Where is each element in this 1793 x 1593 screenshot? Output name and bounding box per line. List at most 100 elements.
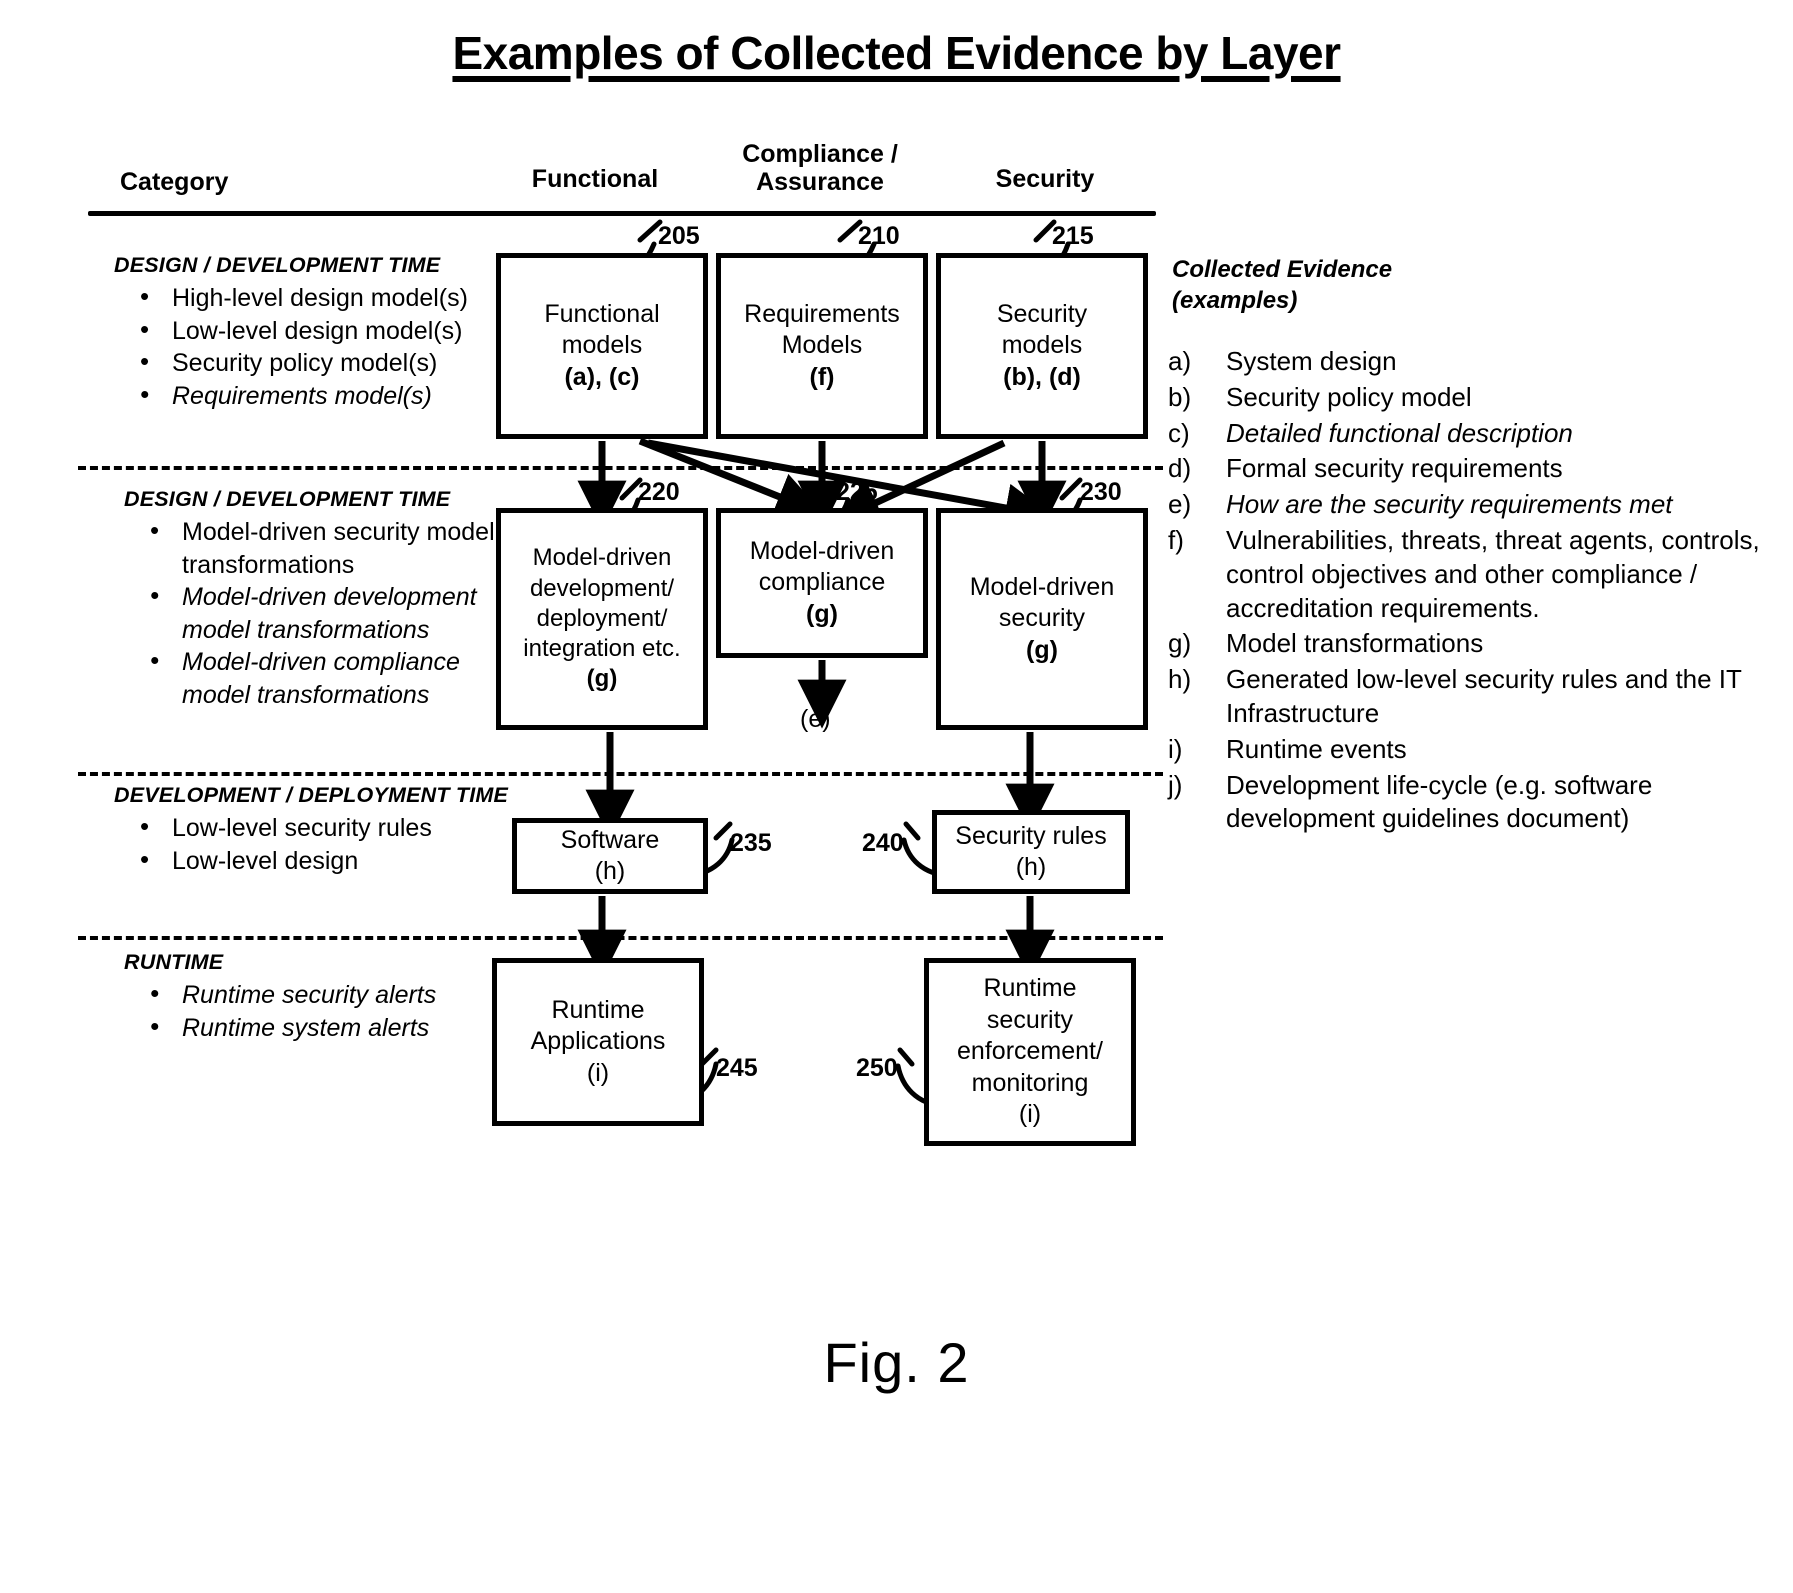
list-item: Model-driven development model transform…	[150, 579, 524, 646]
legend-item-f: f) Vulnerabilities, threats, threat agen…	[1168, 524, 1788, 625]
legend-item-i: i) Runtime events	[1168, 733, 1788, 767]
box-line: Model-driven	[532, 544, 672, 572]
legend-key: a)	[1168, 346, 1192, 376]
band-separator-1	[78, 466, 1163, 470]
legend-item-g: g) Model transformations	[1168, 627, 1788, 661]
arrow-215-to-225-diagonal	[831, 439, 1006, 525]
box-model-driven-compliance[interactable]: Model-driven compliance (g)	[716, 508, 928, 658]
legend-text: Vulnerabilities, threats, threat agents,…	[1226, 524, 1760, 623]
category-item-list: High-level design model(s) Low-level des…	[114, 280, 514, 413]
band-separator-2	[78, 772, 1163, 776]
box-evidence-refs: (g)	[586, 665, 618, 693]
figure-caption: Fig. 2	[823, 1331, 970, 1394]
leader-tick-210	[837, 219, 863, 243]
box-line: Security	[996, 299, 1088, 328]
column-header-functional: Functional	[531, 165, 659, 193]
legend-key: b)	[1168, 381, 1192, 412]
box-model-driven-development[interactable]: Model-driven development/ deployment/ in…	[496, 508, 708, 730]
category-title: DESIGN / DEVELOPMENT TIME	[124, 487, 451, 511]
box-security-models[interactable]: Security models (b), (d)	[936, 253, 1148, 439]
leader-tick-205	[637, 219, 663, 243]
box-model-driven-security[interactable]: Model-driven security (g)	[936, 508, 1148, 730]
list-item: Runtime security alerts	[150, 977, 524, 1012]
category-block-runtime: RUNTIME Runtime security alerts Runtime …	[124, 950, 524, 1044]
category-block-design-development-2: DESIGN / DEVELOPMENT TIME Model-driven s…	[124, 487, 524, 711]
list-item: Security policy model(s)	[140, 345, 514, 380]
box-line: development/	[529, 574, 675, 602]
legend-item-c: c) Detailed functional description	[1168, 417, 1788, 451]
legend-key: c)	[1168, 417, 1190, 448]
box-line: models	[561, 331, 643, 360]
list-item: Runtime system alerts	[150, 1010, 524, 1045]
legend-text: How are the security requirements met	[1226, 489, 1673, 520]
box-evidence-refs: (f)	[809, 362, 835, 391]
box-line: models	[1001, 331, 1083, 360]
reference-numeral-250: 250	[856, 1054, 898, 1082]
box-functional-models[interactable]: Functional models (a), (c)	[496, 253, 708, 439]
box-line: Software	[560, 825, 660, 854]
leader-tick-235	[713, 821, 733, 841]
box-line: Model-driven	[969, 572, 1115, 601]
reference-numeral-210: 210	[858, 222, 900, 250]
legend-key: j)	[1168, 769, 1183, 800]
leader-tick-250	[897, 1047, 915, 1067]
category-title: DESIGN / DEVELOPMENT TIME	[114, 253, 441, 277]
list-item: Model-driven compliance model transforma…	[150, 644, 524, 711]
box-line: enforcement/	[957, 1037, 1103, 1066]
compliance-header-line1: Compliance /	[742, 140, 898, 168]
list-item: High-level design model(s)	[140, 280, 514, 315]
legend-title-line2: (examples)	[1172, 286, 1298, 314]
leader-tick-230	[1059, 477, 1083, 501]
legend-text: Development life-cycle (e.g. software de…	[1226, 769, 1653, 834]
column-header-security: Security	[995, 165, 1095, 193]
box-line: security	[986, 1005, 1074, 1034]
box-security-rules[interactable]: Security rules (h)	[932, 810, 1130, 894]
reference-numeral-225: 225	[836, 478, 878, 506]
band-separator-3	[78, 936, 1163, 940]
list-item: Requirements model(s)	[140, 378, 514, 413]
reference-numeral-240: 240	[862, 829, 904, 857]
leader-tick-245	[699, 1047, 719, 1067]
category-block-design-development-1: DESIGN / DEVELOPMENT TIME High-level des…	[114, 253, 514, 412]
category-title: RUNTIME	[124, 950, 224, 974]
column-header-category: Category	[120, 168, 229, 196]
box-line: Functional	[544, 299, 660, 328]
legend-item-h: h) Generated low-level security rules an…	[1168, 663, 1788, 731]
category-title: DEVELOPMENT / DEPLOYMENT TIME	[114, 783, 509, 807]
box-line: Requirements	[744, 299, 900, 328]
legend-item-e: e) How are the security requirements met	[1168, 488, 1788, 522]
legend-title-line1: Collected Evidence	[1172, 256, 1393, 283]
legend-text: Formal security requirements	[1226, 453, 1563, 484]
legend-item-d: d) Formal security requirements	[1168, 452, 1788, 486]
category-item-list: Model-driven security model transformati…	[124, 514, 524, 711]
legend-key: e)	[1168, 489, 1192, 520]
legend-title: Collected Evidence (examples)	[1172, 255, 1592, 316]
box-runtime-security-enforcement[interactable]: Runtime security enforcement/ monitoring…	[924, 958, 1136, 1146]
box-line: Runtime	[551, 995, 645, 1024]
box-evidence-refs: (a), (c)	[564, 362, 640, 391]
category-item-list: Runtime security alerts Runtime system a…	[124, 977, 524, 1045]
legend-list: a) System design b) Security policy mode…	[1168, 345, 1788, 838]
legend-key: h)	[1168, 664, 1192, 695]
box-line: compliance	[758, 568, 886, 597]
leader-tick-240	[903, 821, 921, 841]
box-evidence-refs: (g)	[1026, 635, 1058, 664]
legend-key: d)	[1168, 453, 1192, 484]
box-evidence-refs: (h)	[594, 857, 626, 885]
compliance-header-line2: Assurance	[756, 168, 884, 196]
box-line: Runtime	[983, 974, 1077, 1003]
reference-numeral-220: 220	[638, 478, 680, 506]
legend-text: Model transformations	[1226, 628, 1484, 659]
annotation-label-e: (e)	[800, 705, 831, 733]
box-software[interactable]: Software (h)	[512, 818, 708, 894]
box-evidence-refs: (h)	[1015, 853, 1047, 881]
box-evidence-refs: (i)	[586, 1058, 610, 1087]
reference-numeral-230: 230	[1080, 478, 1122, 506]
legend-key: g)	[1168, 628, 1192, 659]
box-runtime-applications[interactable]: Runtime Applications (i)	[492, 958, 704, 1126]
box-requirements-models[interactable]: Requirements Models (f)	[716, 253, 928, 439]
legend-text: Detailed functional description	[1226, 417, 1573, 448]
legend-text: System design	[1226, 346, 1397, 376]
box-line: Security rules	[955, 821, 1107, 850]
box-line: Applications	[530, 1027, 666, 1056]
